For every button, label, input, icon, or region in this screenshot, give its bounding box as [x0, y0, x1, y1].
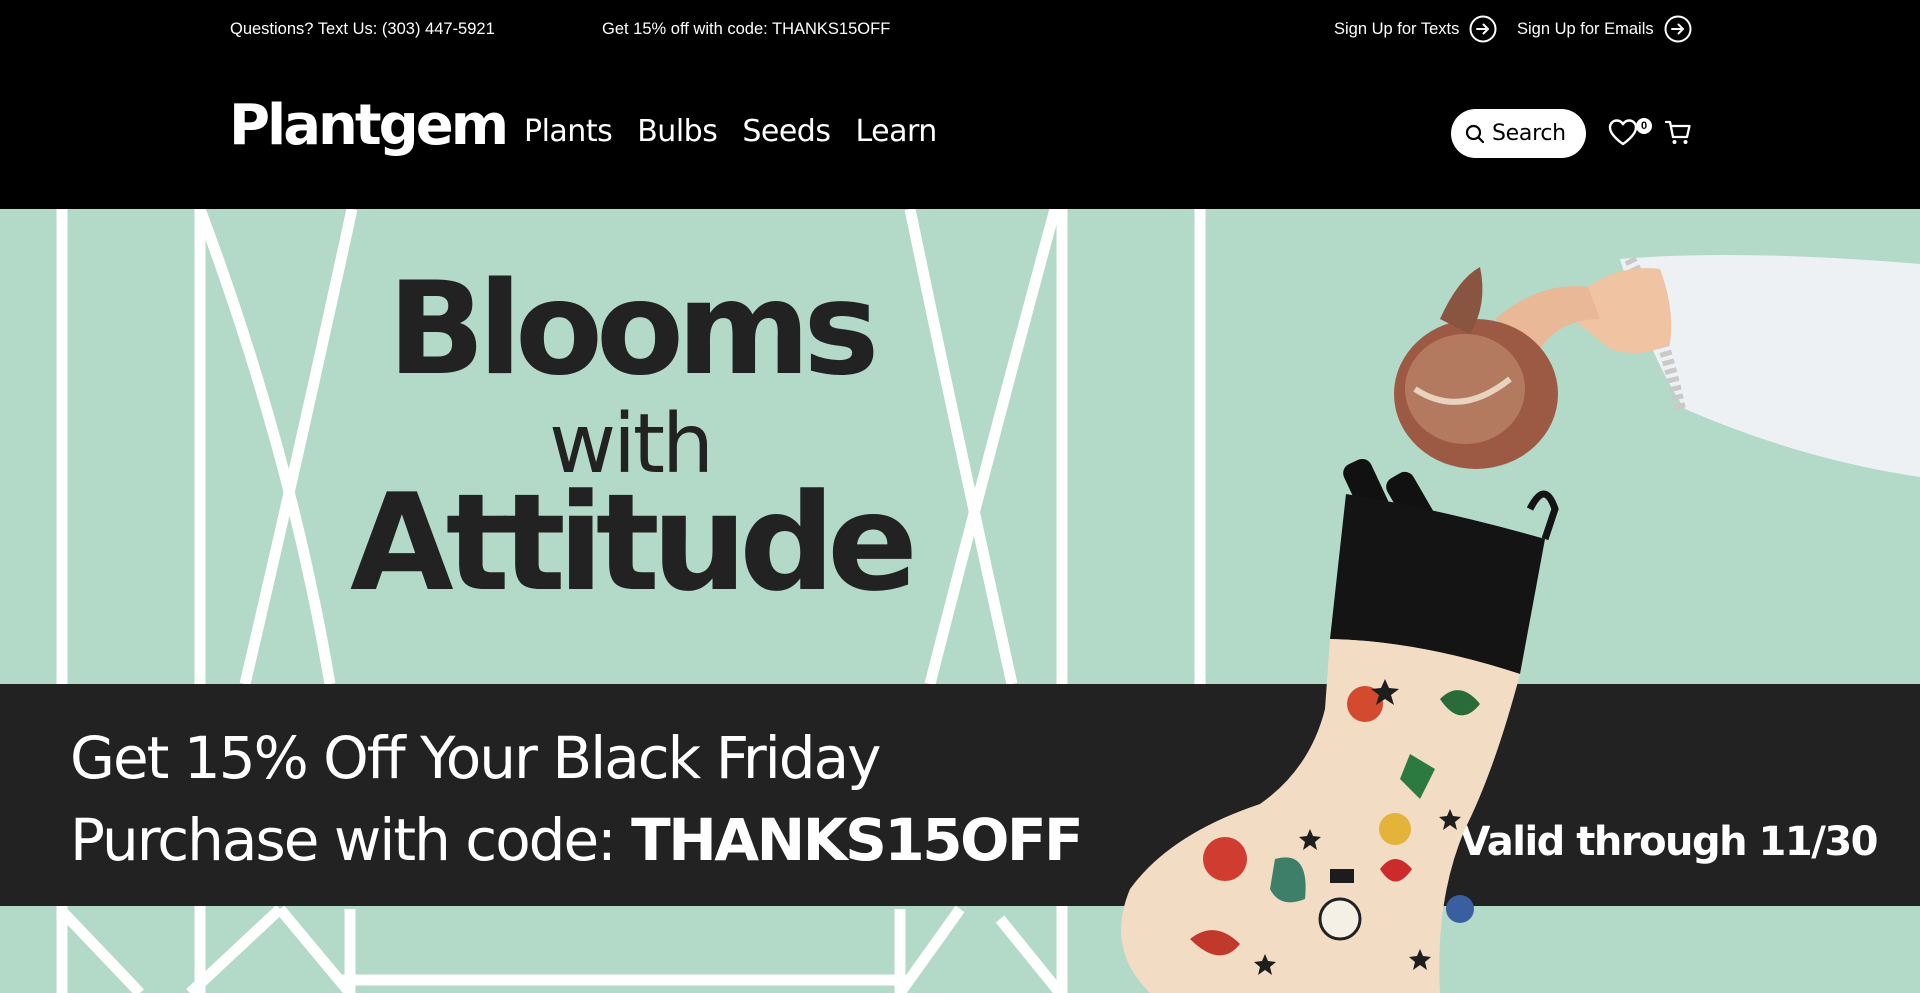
search-label: Search	[1492, 121, 1566, 146]
nav-plants[interactable]: Plants	[524, 114, 613, 149]
announcement-bar: Questions? Text Us: (303) 447-5921 Get 1…	[0, 0, 1920, 58]
nav-seeds[interactable]: Seeds	[742, 114, 831, 149]
arrow-right-circle-icon	[1469, 15, 1497, 43]
wishlist-count-badge: 0	[1636, 118, 1652, 134]
site-logo[interactable]: Plantgem	[229, 98, 509, 154]
promo-line-2: Purchase with code: THANKS15OFF	[70, 811, 1084, 869]
site-header: Plantgem Plants Bulbs Seeds Learn Search…	[0, 58, 1920, 209]
contact-phone-text: Questions? Text Us: (303) 447-5921	[230, 20, 495, 38]
hero-banner[interactable]: Blooms with Attitude Get 15% Off Your Bl…	[0, 209, 1920, 993]
heart-icon	[1608, 119, 1638, 146]
promo-code-text: Get 15% off with code: THANKS15OFF	[602, 20, 891, 38]
sign-up-texts-label: Sign Up for Texts	[1334, 19, 1460, 38]
promo-line-2-prefix: Purchase with code:	[70, 806, 632, 874]
nav-learn[interactable]: Learn	[855, 114, 937, 149]
promo-code: THANKS15OFF	[631, 806, 1084, 874]
hero-headline-blooms: Blooms	[387, 255, 880, 404]
main-nav: Plants Bulbs Seeds Learn	[524, 114, 937, 149]
hero-headline-attitude: Attitude	[349, 465, 918, 621]
nav-bulbs[interactable]: Bulbs	[637, 114, 718, 149]
stocking-bulb-image	[1121, 255, 1920, 993]
promo-line-1: Get 15% Off Your Black Friday	[70, 724, 881, 792]
search-icon	[1465, 124, 1485, 143]
cart-icon[interactable]	[1664, 118, 1692, 146]
search-button[interactable]: Search	[1451, 109, 1586, 158]
sign-up-texts-link[interactable]: Sign Up for Texts	[1334, 14, 1497, 44]
sign-up-emails-link[interactable]: Sign Up for Emails	[1517, 14, 1692, 44]
arrow-right-circle-icon	[1664, 15, 1692, 43]
sign-up-emails-label: Sign Up for Emails	[1517, 19, 1654, 38]
